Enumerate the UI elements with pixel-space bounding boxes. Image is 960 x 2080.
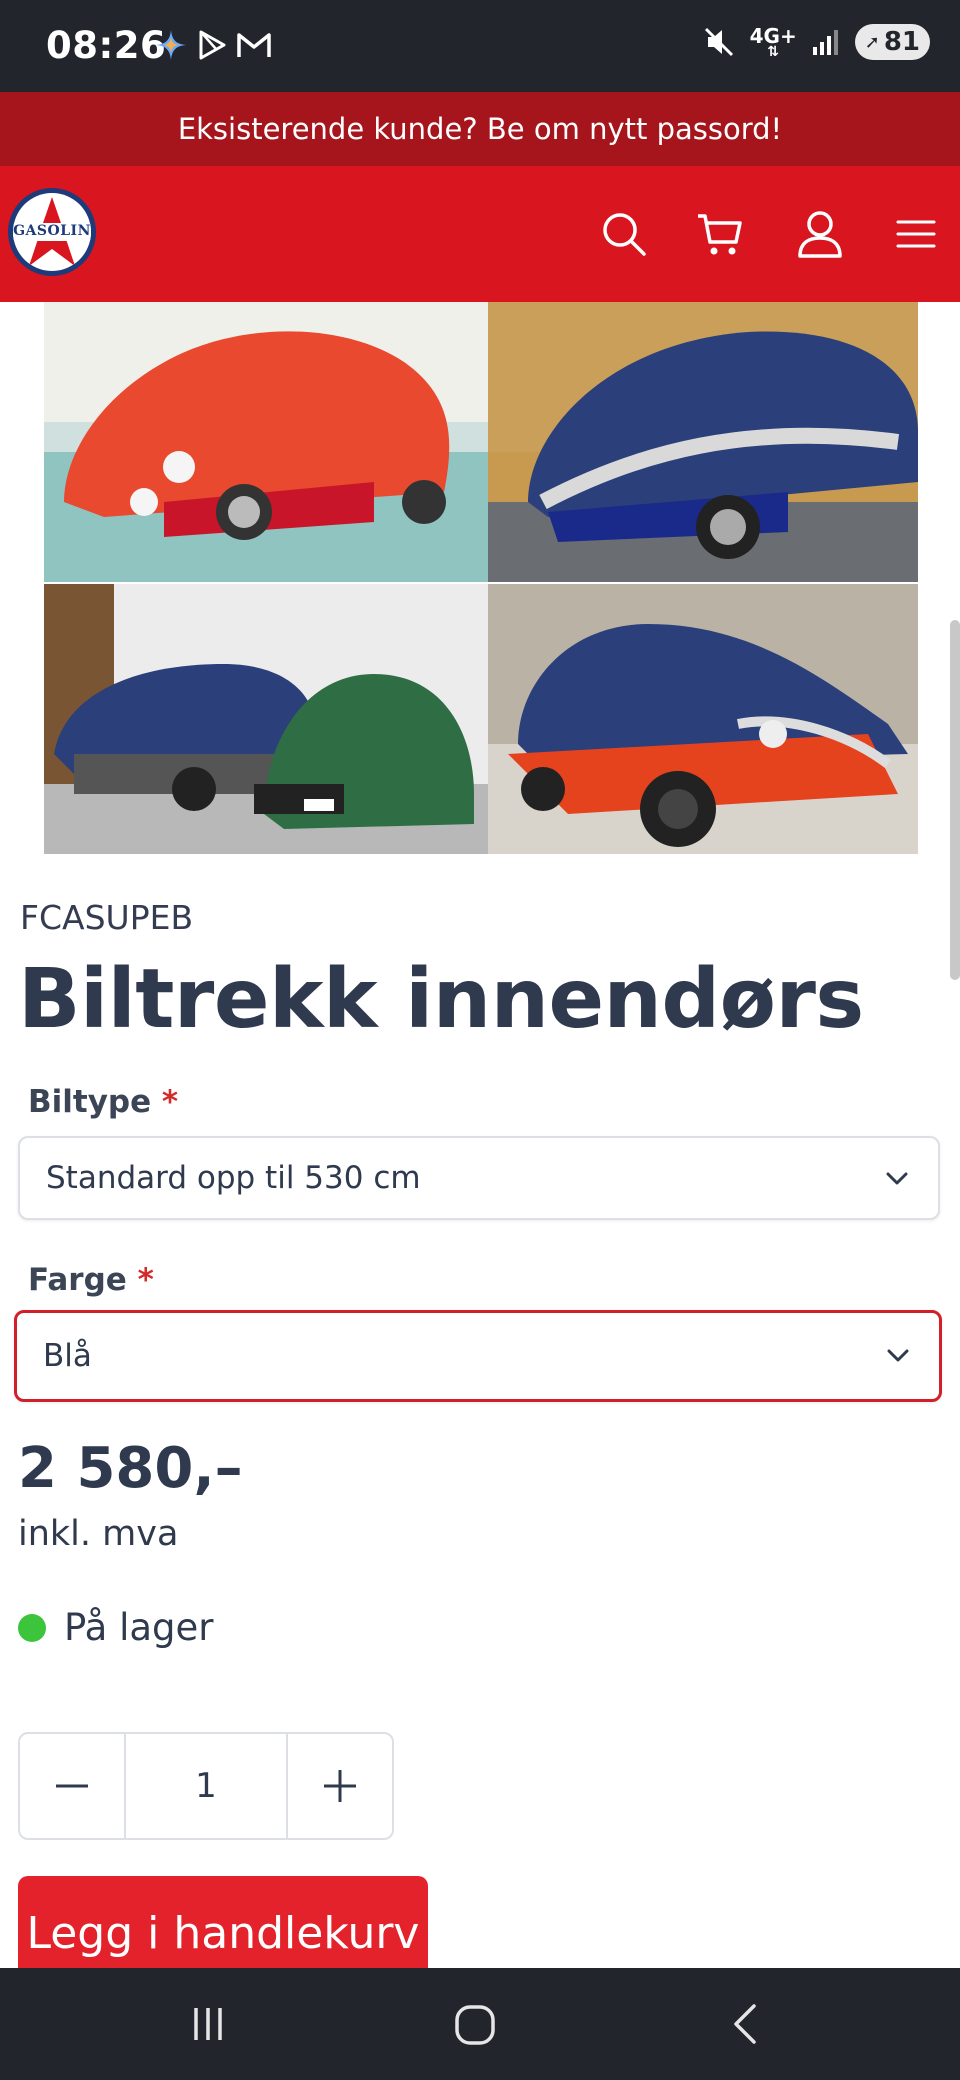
- sparkle-icon: [156, 30, 186, 60]
- decrease-quantity-button[interactable]: [20, 1734, 124, 1838]
- battery-saver-icon: ➚: [864, 31, 880, 53]
- quantity-input[interactable]: 1: [124, 1734, 288, 1838]
- plus-icon: [324, 1770, 356, 1802]
- play-store-icon: [199, 30, 226, 60]
- user-icon[interactable]: [792, 206, 848, 262]
- status-time: 08:26: [46, 24, 167, 67]
- vat-note: inkl. mva: [18, 1514, 179, 1554]
- stock-status-text: På lager: [64, 1606, 214, 1649]
- cart-icon[interactable]: [692, 206, 748, 262]
- option-label-farge: Farge *: [28, 1262, 154, 1298]
- biltype-select-value: Standard opp til 530 cm: [46, 1160, 421, 1196]
- photo-garage-cars: [44, 584, 488, 854]
- recent-apps-icon[interactable]: [186, 2002, 230, 2046]
- photo-blue-car: [488, 302, 918, 582]
- biltype-select[interactable]: Standard opp til 530 cm: [18, 1136, 940, 1220]
- password-notice-link[interactable]: Eksisterende kunde? Be om nytt passord!: [0, 92, 960, 166]
- notification-icons: [154, 28, 272, 62]
- product-sku: FCASUPEB: [20, 898, 194, 937]
- page-scrollbar[interactable]: [950, 620, 960, 980]
- photo-red-car: [44, 302, 488, 582]
- product-title: Biltrekk innendørs: [18, 952, 864, 1047]
- mute-icon: [704, 27, 733, 57]
- photo-orange-car: [488, 584, 918, 854]
- farge-select[interactable]: Blå: [14, 1310, 942, 1402]
- chevron-down-icon: [887, 1349, 909, 1362]
- home-icon[interactable]: [452, 2002, 498, 2048]
- gmail-icon: [237, 33, 271, 57]
- product-price: 2 580,–: [18, 1436, 243, 1501]
- required-mark: *: [137, 1262, 154, 1298]
- battery-indicator: ➚ 81: [854, 24, 930, 60]
- site-header: GASOLIN: [0, 166, 960, 302]
- stock-status: På lager: [18, 1606, 214, 1649]
- required-mark: *: [161, 1084, 179, 1120]
- system-nav-bar: [0, 1968, 960, 2080]
- search-icon[interactable]: [596, 206, 652, 262]
- back-icon[interactable]: [724, 2002, 768, 2046]
- menu-icon[interactable]: [888, 206, 944, 262]
- signal-icon: [812, 30, 838, 55]
- option-label-biltype: Biltype *: [28, 1084, 179, 1120]
- status-bar: 08:26 4G+ ⇅ ➚ 81: [0, 0, 960, 92]
- minus-icon: [56, 1784, 88, 1788]
- farge-select-value: Blå: [43, 1338, 92, 1374]
- gasolin-logo[interactable]: GASOLIN: [8, 188, 96, 276]
- increase-quantity-button[interactable]: [288, 1734, 392, 1838]
- logo-text: GASOLIN: [13, 223, 91, 239]
- network-type: 4G+ ⇅: [749, 24, 797, 60]
- in-stock-dot-icon: [18, 1613, 46, 1642]
- quantity-stepper: 1: [18, 1732, 394, 1840]
- product-image[interactable]: [44, 302, 918, 854]
- chevron-down-icon: [886, 1172, 908, 1185]
